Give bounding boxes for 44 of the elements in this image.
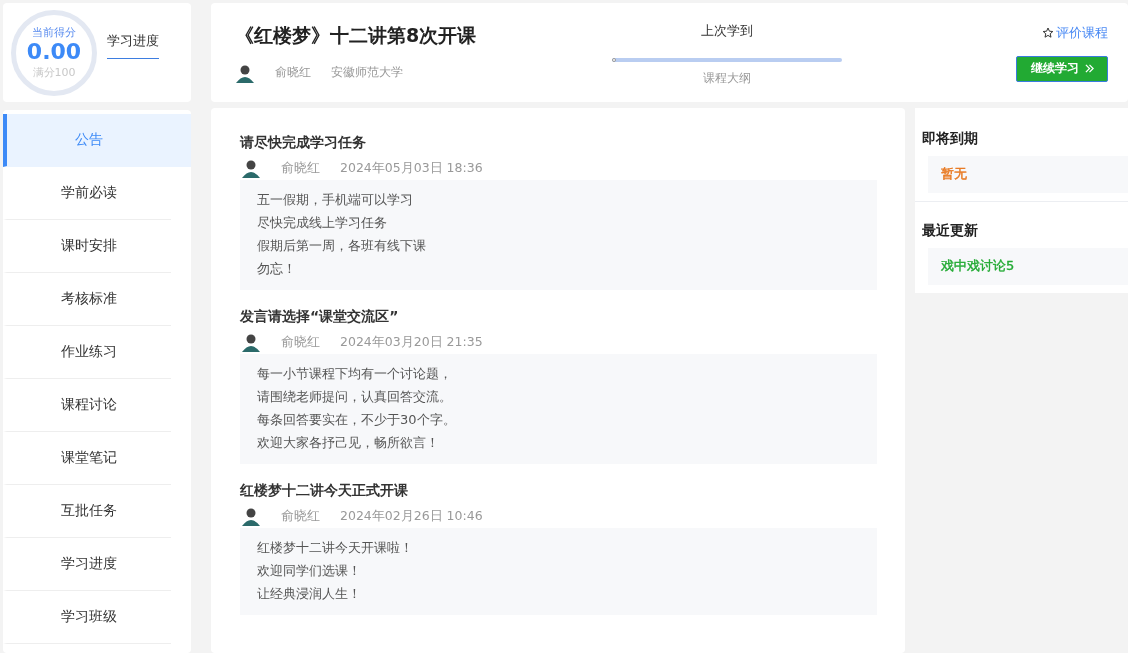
author-name: 俞晓红 xyxy=(281,333,320,351)
course-title: 《红楼梦》十二讲第8次开课 xyxy=(235,22,478,48)
announcement-title: 发言请选择“课堂交流区” xyxy=(240,308,400,326)
sidebar-item[interactable]: 课时安排 xyxy=(3,220,171,273)
sidebar-item[interactable]: 学习进度 xyxy=(3,538,171,591)
announcement-line: 欢迎大家各抒己见，畅所欲言！ xyxy=(257,434,440,452)
sidebar-item[interactable]: 考核标准 xyxy=(3,273,171,326)
section-title: 最近更新 xyxy=(922,222,979,240)
announcement-line: 请围绕老师提问，认真回答交流。 xyxy=(257,388,453,406)
post-time: 2024年02月26日 10:46 xyxy=(340,507,483,525)
double-chevron-icon xyxy=(1084,64,1094,73)
announcement-title: 红楼梦十二讲今天正式开课 xyxy=(240,482,409,500)
announcement-line: 假期后第一周，各班有线下课 xyxy=(257,237,427,255)
announcement-line: 让经典浸润人生！ xyxy=(257,585,362,603)
sidebar-item[interactable]: 作业练习 xyxy=(3,326,171,379)
announcement-line: 五一假期，手机端可以学习 xyxy=(257,191,414,209)
announcement-line: 勿忘！ xyxy=(257,260,297,278)
announcement-title: 请尽快完成学习任务 xyxy=(240,134,367,152)
avatar-icon xyxy=(241,158,261,178)
announcement-line: 每条回答要实在，不少于30个字。 xyxy=(257,411,457,429)
sidebar-item[interactable]: 课堂笔记 xyxy=(3,432,171,485)
announcement-line: 每一小节课程下均有一个讨论题， xyxy=(257,365,453,383)
star-icon xyxy=(1042,26,1054,39)
sidebar-item[interactable]: 互批任务 xyxy=(3,485,171,538)
school-name: 安徽师范大学 xyxy=(331,64,403,81)
rate-course-link[interactable]: 评价课程 xyxy=(1042,23,1108,42)
score-label: 当前得分 xyxy=(32,25,76,41)
announcement-line: 尽快完成线上学习任务 xyxy=(257,214,388,232)
announcement-line: 欢迎同学们选课！ xyxy=(257,562,362,580)
section-title: 即将到期 xyxy=(922,130,979,148)
last-study-label: 上次学到 xyxy=(701,22,753,40)
author-name: 俞晓红 xyxy=(281,507,320,525)
sidebar-item[interactable]: 课程讨论 xyxy=(3,379,171,432)
announcement-line: 红楼梦十二讲今天开课啦！ xyxy=(257,539,414,557)
sidebar-item[interactable]: 学前必读 xyxy=(3,167,171,220)
post-time: 2024年05月03日 18:36 xyxy=(340,159,483,177)
post-time: 2024年03月20日 21:35 xyxy=(340,333,483,351)
sidebar-item[interactable]: 学习班级 xyxy=(3,591,171,644)
author-name: 俞晓红 xyxy=(281,159,320,177)
score-value: 0.00 xyxy=(26,40,82,65)
avatar-icon xyxy=(241,332,261,352)
teacher-name: 俞晓红 xyxy=(275,64,311,81)
avatar-icon xyxy=(241,506,261,526)
progress-link[interactable]: 学习进度 xyxy=(107,32,159,59)
